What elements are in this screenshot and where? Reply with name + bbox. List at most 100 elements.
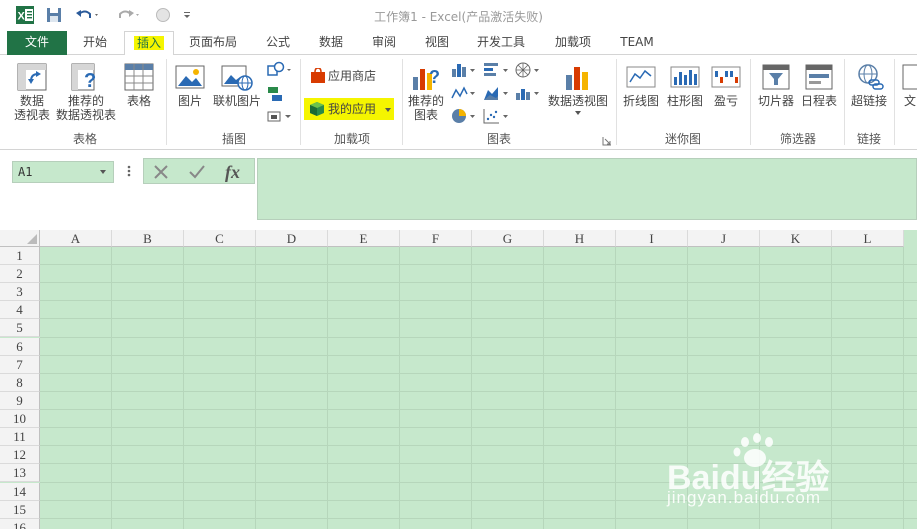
gridline: [40, 409, 917, 411]
tab-data[interactable]: 数据: [308, 31, 354, 55]
tab-review[interactable]: 审阅: [360, 31, 408, 55]
gridline: [40, 390, 917, 392]
gridline: [543, 247, 544, 529]
cancel-icon[interactable]: [152, 163, 170, 181]
sparkline-winloss-button[interactable]: 盈亏: [708, 59, 744, 127]
column-header[interactable]: E: [328, 230, 400, 247]
sparkline-column-label: 柱形图: [666, 94, 703, 108]
gridline: [255, 247, 256, 529]
tab-formulas[interactable]: 公式: [254, 31, 302, 55]
column-header[interactable]: J: [688, 230, 760, 247]
column-header[interactable]: B: [112, 230, 184, 247]
recommended-pivot-label-1: 推荐的: [67, 94, 104, 108]
tab-developer[interactable]: 开发工具: [468, 31, 534, 55]
column-header[interactable]: H: [544, 230, 616, 247]
row-header[interactable]: 15: [0, 500, 40, 519]
tab-home[interactable]: 开始: [73, 31, 117, 55]
column-header[interactable]: C: [184, 230, 256, 247]
column-header[interactable]: F: [400, 230, 472, 247]
smartart-icon[interactable]: [266, 85, 286, 103]
text-label: 文: [904, 94, 917, 108]
slicer-button[interactable]: 切片器: [754, 59, 798, 127]
table-button[interactable]: 表格: [120, 59, 158, 127]
text-button[interactable]: 文: [898, 59, 917, 127]
area-chart-icon[interactable]: [482, 84, 512, 102]
slicer-label: 切片器: [757, 94, 794, 108]
group-links-label: 链接: [856, 132, 881, 146]
row-header[interactable]: 6: [0, 337, 40, 356]
online-pictures-label: 联机图片: [212, 94, 261, 108]
sparkline-line-button[interactable]: 折线图: [620, 59, 662, 127]
tab-team[interactable]: TEAM: [610, 31, 664, 55]
pivot-table-button[interactable]: 数据 透视表: [10, 59, 54, 127]
row-header[interactable]: 2: [0, 265, 40, 284]
scatter-chart-icon[interactable]: [482, 107, 512, 125]
group-separator: [300, 59, 301, 145]
gridline: [327, 247, 328, 529]
hierarchy-chart-icon[interactable]: [514, 61, 544, 79]
row-header[interactable]: 12: [0, 446, 40, 465]
svg-text:fx: fx: [225, 162, 240, 182]
timeline-button[interactable]: 日程表: [798, 59, 840, 127]
formula-bar: A1 fx: [0, 150, 917, 230]
recommended-pivot-button[interactable]: ? 推荐的 数据透视表: [54, 59, 118, 127]
row-header[interactable]: 4: [0, 301, 40, 320]
pivot-chart-button[interactable]: 数据透视图: [546, 59, 610, 127]
column-header[interactable]: I: [616, 230, 688, 247]
bar-chart-icon[interactable]: [482, 61, 512, 79]
row-header[interactable]: 5: [0, 319, 40, 338]
row-header[interactable]: 3: [0, 283, 40, 302]
tab-file[interactable]: 文件: [7, 31, 67, 55]
text-box-icon: [902, 64, 917, 90]
slicer-icon: [762, 64, 790, 90]
row-header[interactable]: 13: [0, 464, 40, 483]
svg-text:?: ?: [429, 67, 440, 87]
row-header[interactable]: 11: [0, 428, 40, 447]
row-header[interactable]: 10: [0, 410, 40, 429]
row-header[interactable]: 14: [0, 482, 40, 501]
more-options-icon[interactable]: [127, 163, 131, 179]
row-header[interactable]: 16: [0, 518, 40, 529]
tab-page-layout[interactable]: 页面布局: [180, 31, 246, 55]
hyperlink-button[interactable]: 超链接: [848, 59, 890, 127]
column-header[interactable]: A: [40, 230, 112, 247]
pictures-label: 图片: [177, 94, 202, 108]
online-pictures-button[interactable]: 联机图片: [210, 59, 264, 127]
shapes-icon[interactable]: [266, 61, 294, 79]
store-icon: [311, 68, 325, 83]
column-header[interactable]: L: [832, 230, 904, 247]
store-button[interactable]: 应用商店: [306, 67, 400, 87]
line-chart-icon[interactable]: [450, 84, 478, 102]
gridline: [40, 282, 917, 284]
my-apps-button[interactable]: 我的应用: [304, 98, 394, 120]
screenshot-icon[interactable]: [266, 107, 294, 125]
column-header[interactable]: G: [472, 230, 544, 247]
pie-chart-icon[interactable]: [450, 107, 478, 125]
row-header[interactable]: 7: [0, 355, 40, 374]
select-all-corner[interactable]: [0, 230, 40, 247]
combo-chart-icon[interactable]: [514, 84, 544, 102]
formula-input[interactable]: [257, 158, 917, 220]
column-header[interactable]: D: [256, 230, 328, 247]
column-header[interactable]: K: [760, 230, 832, 247]
row-header[interactable]: 9: [0, 391, 40, 410]
row-header[interactable]: 8: [0, 373, 40, 392]
recommended-charts-button[interactable]: ? 推荐的 图表: [406, 59, 446, 127]
gridline: [40, 336, 917, 338]
sparkline-winloss-label: 盈亏: [713, 94, 738, 108]
pictures-button[interactable]: 图片: [172, 59, 208, 127]
sparkline-line-label: 折线图: [622, 94, 659, 108]
insert-function-icon[interactable]: fx: [224, 162, 248, 182]
baidu-watermark: Baidu经验 jingyan.baidu.com: [667, 432, 867, 515]
tab-view[interactable]: 视图: [414, 31, 460, 55]
watermark-url: jingyan.baidu.com: [667, 488, 822, 507]
column-chart-icon[interactable]: [450, 61, 478, 79]
dialog-launcher-icon[interactable]: [602, 135, 612, 146]
enter-icon[interactable]: [188, 163, 206, 181]
sparkline-column-button[interactable]: 柱形图: [664, 59, 706, 127]
tab-addins[interactable]: 加载项: [540, 31, 606, 55]
row-header[interactable]: 1: [0, 247, 40, 265]
tab-insert[interactable]: 插入: [124, 31, 174, 56]
group-illustrations-label: 插图: [221, 132, 246, 146]
name-box[interactable]: A1: [12, 161, 114, 183]
